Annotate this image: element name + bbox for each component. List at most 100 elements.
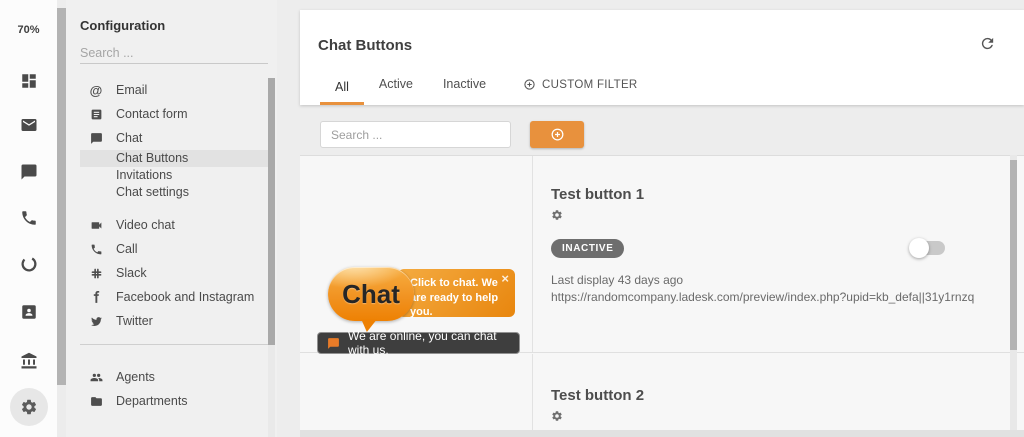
- rail-phone-button[interactable]: [18, 207, 40, 229]
- sidebar-search-input[interactable]: [80, 42, 268, 64]
- button-preview-cell: Click to chat. We are ready to help you.…: [300, 156, 533, 352]
- add-chat-button[interactable]: [530, 121, 584, 148]
- sidebar-item-chat-settings[interactable]: Chat settings: [80, 184, 268, 201]
- chat-widget-preview: Click to chat. We are ready to help you.…: [300, 156, 532, 352]
- sidebar-item-slack[interactable]: Slack: [80, 261, 268, 285]
- sidebar-item-departments[interactable]: Departments: [80, 389, 268, 413]
- chat-button-title[interactable]: Test button 2: [551, 387, 644, 404]
- button-preview-cell: [300, 354, 533, 437]
- page-title: Chat Buttons: [318, 37, 412, 54]
- form-document-icon: [88, 108, 104, 121]
- status-line: INACTIVE: [551, 238, 1024, 258]
- chat-buttons-list: Click to chat. We are ready to help you.…: [300, 155, 1024, 437]
- filter-tabs: All Active Inactive CUSTOM FILTER: [320, 77, 653, 105]
- sidebar-item-call[interactable]: Call: [80, 237, 268, 261]
- last-display-text: Last display 43 days ago: [551, 272, 1024, 289]
- rail-mail-button[interactable]: [18, 114, 40, 136]
- folder-icon: [88, 395, 104, 408]
- phone-icon: [20, 209, 38, 227]
- gear-icon: [551, 410, 563, 422]
- rail-settings-button[interactable]: [10, 388, 48, 426]
- facebook-icon: [88, 291, 104, 304]
- sidebar-divider: [80, 344, 268, 345]
- rail-contacts-button[interactable]: [18, 301, 40, 323]
- sidebar-item-label: Twitter: [116, 314, 153, 328]
- mail-icon: [20, 116, 38, 134]
- video-camera-icon: [88, 219, 104, 232]
- chat-bubble-icon: [88, 132, 104, 145]
- rail-status-button[interactable]: [18, 253, 40, 275]
- chat-bubble-icon: [20, 163, 38, 181]
- tab-inactive[interactable]: Inactive: [428, 77, 501, 105]
- list-search-input[interactable]: [320, 121, 511, 148]
- rail-bank-button[interactable]: [18, 350, 40, 372]
- sidebar-item-label: Call: [116, 242, 138, 256]
- tab-custom-filter-label: CUSTOM FILTER: [542, 79, 637, 91]
- chat-button-title[interactable]: Test button 1: [551, 186, 644, 203]
- table-row: Test button 2: [300, 354, 1024, 437]
- bank-icon: [20, 352, 38, 370]
- sidebar-item-label: Departments: [116, 394, 188, 408]
- tab-all[interactable]: All: [320, 80, 364, 105]
- list-scrollbar-thumb[interactable]: [1010, 160, 1017, 350]
- icon-rail: 70%: [0, 0, 57, 437]
- sidebar-item-chat[interactable]: Chat: [80, 126, 268, 150]
- sidebar-item-label: Email: [116, 83, 147, 97]
- sidebar-scrollbar-track: [268, 78, 275, 437]
- widget-online-bar-text: We are online, you can chat with us.: [348, 329, 519, 357]
- phone-icon: [88, 243, 104, 256]
- tab-custom-filter[interactable]: CUSTOM FILTER: [501, 78, 652, 105]
- sidebar-item-label: Agents: [116, 370, 155, 384]
- status-toggle[interactable]: [911, 241, 945, 255]
- button-details-cell: Test button 2: [533, 354, 1024, 437]
- button-details-cell: Test button 1 INACTIVE Last display 43 d…: [533, 156, 1024, 352]
- slack-icon: [88, 267, 104, 280]
- sidebar-item-invitations[interactable]: Invitations: [80, 167, 268, 184]
- rail-scrollbar-thumb[interactable]: [57, 8, 66, 385]
- row-settings-button[interactable]: [551, 410, 563, 425]
- sidebar-item-facebook-instagram[interactable]: Facebook and Instagram: [80, 285, 268, 309]
- row-meta: Last display 43 days ago https://randomc…: [551, 272, 1024, 306]
- sidebar-nav: @ Email Contact form Chat Chat Buttons I…: [80, 78, 268, 413]
- config-sidebar: Configuration @ Email Contact form Chat …: [66, 0, 277, 437]
- widget-chat-bubble-label: Chat: [342, 279, 400, 310]
- status-badge: INACTIVE: [551, 239, 624, 258]
- dashboard-icon: [20, 72, 38, 90]
- sidebar-item-video-chat[interactable]: Video chat: [80, 213, 268, 237]
- row-settings-button[interactable]: [551, 209, 563, 224]
- sidebar-title: Configuration: [80, 18, 165, 33]
- sidebar-item-contact-form[interactable]: Contact form: [80, 102, 268, 126]
- refresh-button[interactable]: [979, 35, 996, 55]
- people-icon: [88, 371, 104, 384]
- sidebar-item-label: Video chat: [116, 218, 175, 232]
- widget-chat-bubble: Chat: [328, 267, 414, 321]
- rail-scrollbar-track: [57, 8, 66, 437]
- widget-callout-text: Click to chat. We are ready to help you.: [410, 277, 498, 318]
- sidebar-item-agents[interactable]: Agents: [80, 365, 268, 389]
- sidebar-item-label: Chat: [116, 131, 142, 145]
- rail-dashboard-button[interactable]: [18, 70, 40, 92]
- preview-url: https://randomcompany.ladesk.com/preview…: [551, 289, 1024, 306]
- rail-chat-button[interactable]: [18, 161, 40, 183]
- at-icon: @: [88, 84, 104, 97]
- settings-gear-icon: [20, 398, 38, 416]
- widget-close-icon: ×: [501, 270, 509, 287]
- twitter-bird-icon: [88, 315, 104, 328]
- sidebar-item-chat-buttons[interactable]: Chat Buttons: [80, 150, 268, 167]
- plus-circle-icon: [550, 127, 565, 142]
- sidebar-scrollbar-thumb[interactable]: [268, 78, 275, 345]
- table-row: Click to chat. We are ready to help you.…: [300, 156, 1024, 353]
- widget-callout-panel: Click to chat. We are ready to help you.…: [398, 269, 515, 317]
- horizontal-scrollbar-track: [300, 430, 1024, 437]
- widget-online-bar: We are online, you can chat with us.: [317, 332, 520, 354]
- sidebar-item-email[interactable]: @ Email: [80, 78, 268, 102]
- zoom-level-label: 70%: [17, 24, 39, 36]
- sidebar-item-label: Facebook and Instagram: [116, 290, 254, 304]
- sidebar-item-label: Slack: [116, 266, 147, 280]
- tab-active[interactable]: Active: [364, 77, 428, 105]
- gear-icon: [551, 209, 563, 221]
- refresh-icon: [979, 35, 996, 52]
- sidebar-item-twitter[interactable]: Twitter: [80, 309, 268, 333]
- status-circle-icon: [20, 255, 38, 273]
- sidebar-item-label: Contact form: [116, 107, 188, 121]
